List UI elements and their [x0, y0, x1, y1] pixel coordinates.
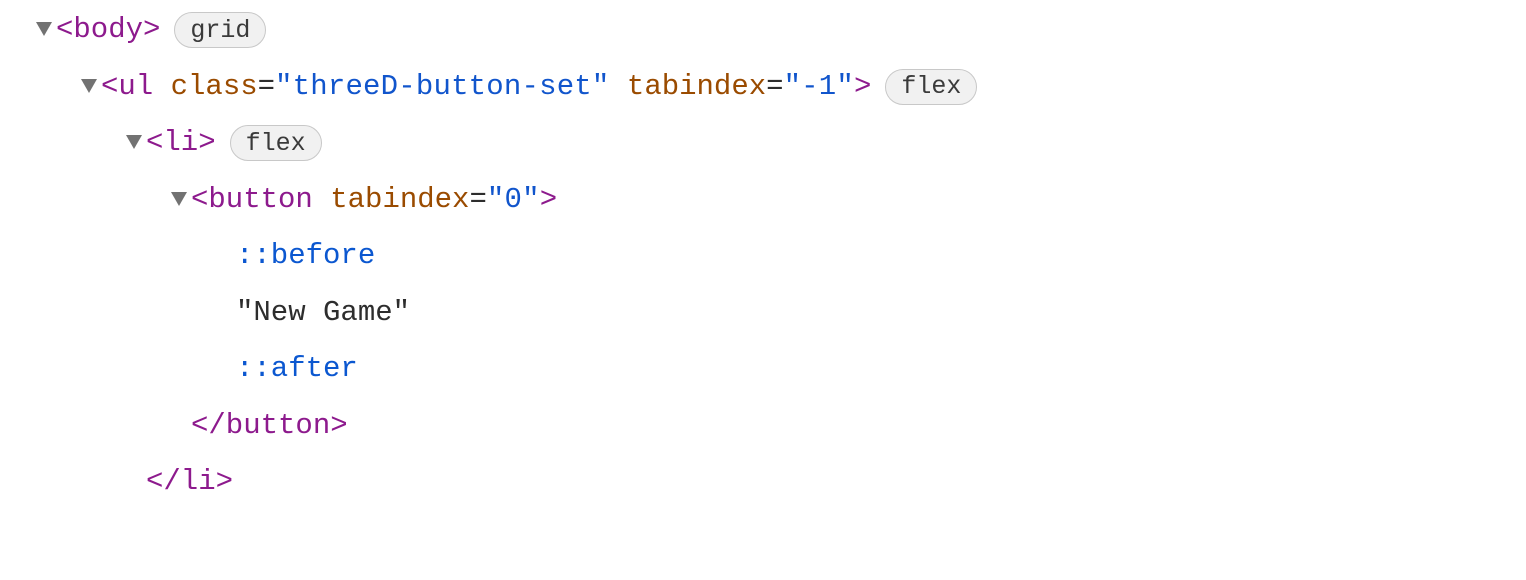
expand-arrow-icon[interactable] [0, 133, 146, 153]
attr-value-class: "threeD-button-set" [275, 59, 609, 116]
expand-arrow-icon[interactable] [0, 190, 191, 210]
attr-value-tabindex: "-1" [784, 59, 854, 116]
tag-button-open: <button [191, 172, 313, 229]
attr-name-class: class [171, 59, 258, 116]
tree-row-text-node[interactable]: "New Game" [0, 285, 1526, 342]
text-node-content: "New Game" [236, 285, 410, 342]
attr-name-tabindex: tabindex [627, 59, 766, 116]
tree-row-li-end[interactable]: </li> [0, 454, 1526, 511]
tag-li-open: <li> [146, 115, 216, 172]
expand-arrow-icon[interactable] [0, 77, 101, 97]
tag-body-open: <body> [56, 2, 160, 59]
attr-name-tabindex: tabindex [330, 172, 469, 229]
dom-tree[interactable]: <body> grid <ul class = "threeD-button-s… [0, 0, 1526, 511]
tag-ul-open: <ul [101, 59, 153, 116]
tree-row-pseudo-after[interactable]: ::after [0, 341, 1526, 398]
attr-value-tabindex: "0" [487, 172, 540, 229]
space [153, 59, 170, 116]
tag-button-close-bracket: > [540, 172, 557, 229]
equals: = [469, 172, 486, 229]
pseudo-after: ::after [236, 341, 358, 398]
tree-row-li[interactable]: <li> flex [0, 115, 1526, 172]
equals: = [766, 59, 783, 116]
tree-row-pseudo-before[interactable]: ::before [0, 228, 1526, 285]
space [313, 172, 330, 229]
equals: = [258, 59, 275, 116]
tree-row-body[interactable]: <body> grid [0, 2, 1526, 59]
layout-badge-flex[interactable]: flex [885, 69, 977, 105]
tree-row-button-end[interactable]: </button> [0, 398, 1526, 455]
tag-button-end: </button> [191, 398, 348, 455]
layout-badge-flex[interactable]: flex [230, 125, 322, 161]
expand-arrow-icon[interactable] [0, 20, 56, 40]
space [610, 59, 627, 116]
tag-ul-close-bracket: > [854, 59, 871, 116]
pseudo-before: ::before [236, 228, 375, 285]
tree-row-ul[interactable]: <ul class = "threeD-button-set" tabindex… [0, 59, 1526, 116]
layout-badge-grid[interactable]: grid [174, 12, 266, 48]
tree-row-button[interactable]: <button tabindex = "0" > [0, 172, 1526, 229]
tag-li-end: </li> [146, 454, 233, 511]
